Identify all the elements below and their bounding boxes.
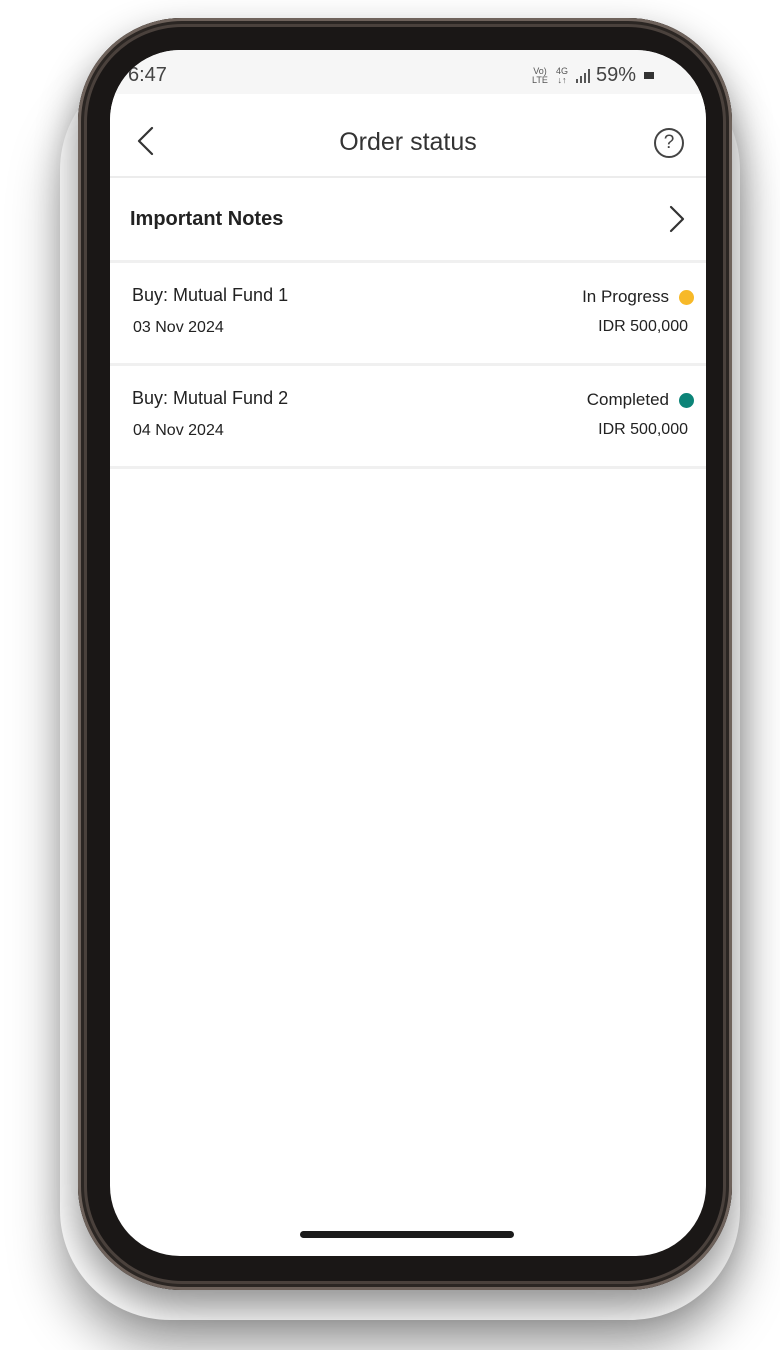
battery-percentage: 59% bbox=[595, 64, 636, 86]
signal-strength-icon bbox=[575, 68, 590, 83]
order-status: In Progress bbox=[582, 287, 694, 307]
order-list-item[interactable]: Buy: Mutual Fund 1 03 Nov 2024 In Progre… bbox=[110, 263, 706, 366]
status-indicator-dot bbox=[679, 289, 694, 305]
order-list-item[interactable]: Buy: Mutual Fund 2 04 Nov 2024 Completed… bbox=[110, 366, 706, 469]
status-indicator-dot bbox=[679, 392, 694, 408]
important-notes-label: Important Notes bbox=[130, 208, 284, 230]
mobile-data-icon: 4G ↓↑ bbox=[555, 65, 568, 85]
important-notes-row[interactable]: Important Notes bbox=[110, 178, 706, 263]
status-time: 6:47 bbox=[128, 64, 167, 86]
page-title: Order status bbox=[339, 128, 477, 156]
order-amount: IDR 500,000 bbox=[598, 421, 688, 438]
stage: 6:47 Vo) LTE 4G ↓↑ 59% Order status ? Im… bbox=[0, 0, 780, 1350]
status-icons: Vo) LTE 4G ↓↑ 59% bbox=[532, 64, 654, 87]
order-status-label: Completed bbox=[586, 390, 669, 409]
home-indicator[interactable] bbox=[300, 1231, 514, 1238]
volte-icon: Vo) LTE bbox=[532, 65, 548, 85]
order-amount: IDR 500,000 bbox=[598, 318, 688, 335]
order-title: Buy: Mutual Fund 1 bbox=[132, 285, 289, 305]
help-icon[interactable]: ? bbox=[654, 128, 684, 158]
order-status-label: In Progress bbox=[582, 287, 669, 306]
navigation-bar: Order status ? bbox=[110, 94, 706, 178]
order-status: Completed bbox=[587, 390, 694, 410]
status-bar: 6:47 Vo) LTE 4G ↓↑ 59% bbox=[110, 50, 706, 94]
phone-screen: 6:47 Vo) LTE 4G ↓↑ 59% Order status ? Im… bbox=[110, 50, 706, 1256]
order-date: 03 Nov 2024 bbox=[133, 319, 224, 336]
battery-icon bbox=[644, 72, 654, 79]
order-title: Buy: Mutual Fund 2 bbox=[132, 388, 289, 408]
chevron-right-icon bbox=[669, 205, 685, 233]
order-date: 04 Nov 2024 bbox=[133, 422, 224, 439]
